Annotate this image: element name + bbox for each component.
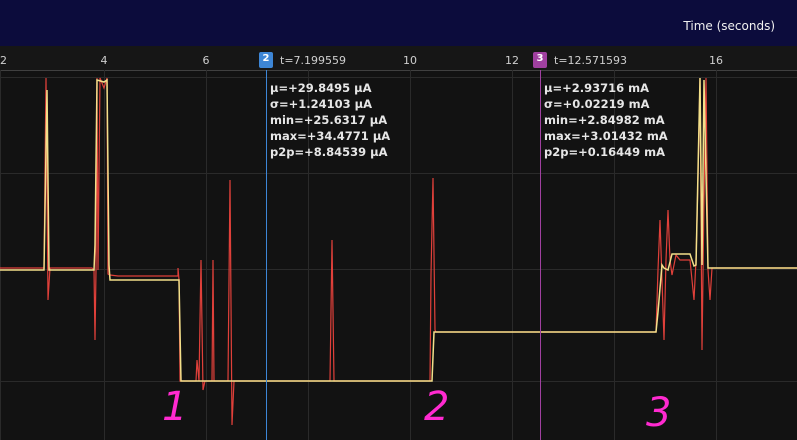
cursor-2-line[interactable] <box>266 70 267 440</box>
cursor-3-marker[interactable]: 3 <box>533 52 547 68</box>
stat-sigma: σ=+1.24103 μA <box>270 97 372 111</box>
stat-sigma: σ=+0.02219 mA <box>544 97 650 111</box>
ruler-tick-label: 2 <box>0 54 7 67</box>
stat-min: min=+2.84982 mA <box>544 113 665 127</box>
current-trace-red <box>0 77 797 426</box>
cursor-3-statistics: μ=+2.93716 mA σ=+0.02219 mA min=+2.84982… <box>544 80 668 160</box>
time-axis-title: Time (seconds) <box>683 19 775 33</box>
stat-p2p: p2p=+8.84539 μA <box>270 145 388 159</box>
cursor-3-line[interactable] <box>540 70 541 440</box>
annotation-2: 2 <box>424 384 450 430</box>
ruler-tick-label: 12 <box>505 54 519 67</box>
cursor-2-marker[interactable]: 2 <box>259 52 273 68</box>
annotation-3: 3 <box>646 390 672 436</box>
stat-max: max=+3.01432 mA <box>544 129 668 143</box>
ruler-tick-label: 10 <box>403 54 417 67</box>
stat-mean: μ=+2.93716 mA <box>544 81 649 95</box>
cursor-3-time: t=12.571593 <box>554 54 628 67</box>
ruler-tick-label: 4 <box>100 54 108 67</box>
stat-mean: μ=+29.8495 μA <box>270 81 372 95</box>
grid-lines <box>0 70 797 440</box>
annotation-1: 1 <box>162 384 188 430</box>
ruler-tick-label: 16 <box>709 54 723 67</box>
stat-p2p: p2p=+0.16449 mA <box>544 145 666 159</box>
stat-min: min=+25.6317 μA <box>270 113 388 127</box>
cursor-2-statistics: μ=+29.8495 μA σ=+1.24103 μA min=+25.6317… <box>270 80 390 160</box>
stat-max: max=+34.4771 μA <box>270 129 391 143</box>
current-trace-yellow <box>0 77 797 382</box>
waveform-plot[interactable] <box>0 70 797 440</box>
time-ruler[interactable] <box>0 46 797 71</box>
top-header-bar: Time (seconds) <box>0 0 797 46</box>
cursor-2-time: t=7.199559 <box>280 54 347 67</box>
ruler-tick-label: 6 <box>202 54 210 67</box>
